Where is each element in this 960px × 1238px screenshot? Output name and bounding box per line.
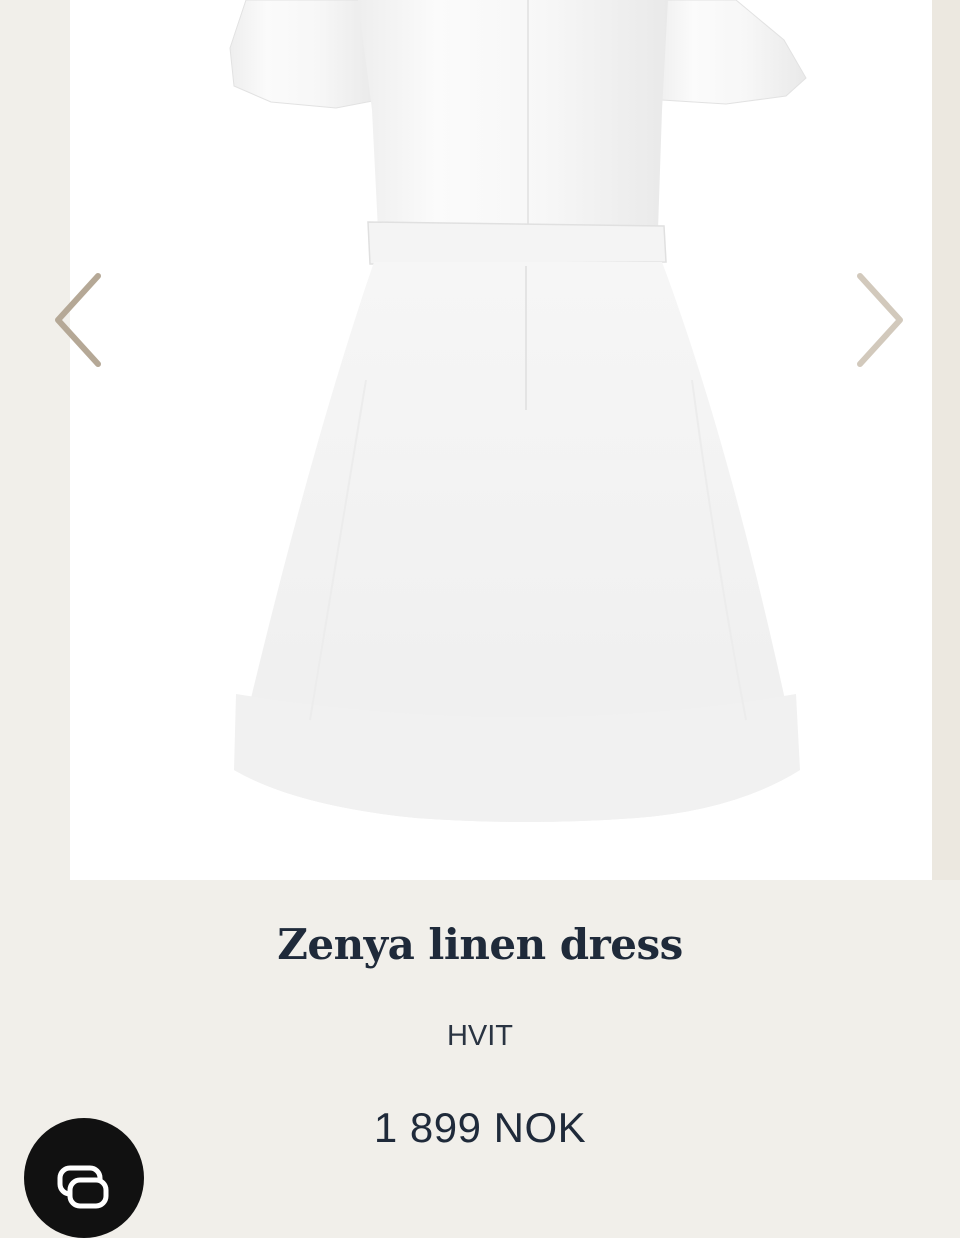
product-title: Zenya linen dress	[277, 920, 683, 969]
dress-illustration	[229, 0, 807, 822]
gallery-left-inner	[70, 0, 96, 880]
chat-button[interactable]	[24, 1118, 144, 1238]
gallery-right-margin	[932, 0, 960, 880]
chat-icon	[57, 1165, 109, 1209]
product-color: HVIT	[446, 1020, 514, 1052]
product-image[interactable]	[96, 0, 932, 880]
product-gallery	[0, 0, 960, 880]
product-price: 1 899 NOK	[373, 1104, 587, 1151]
chevron-right-icon	[857, 273, 903, 367]
gallery-left-margin	[0, 0, 70, 880]
next-image-button[interactable]	[852, 270, 908, 370]
chevron-left-icon	[55, 273, 101, 367]
previous-image-button[interactable]	[50, 270, 106, 370]
